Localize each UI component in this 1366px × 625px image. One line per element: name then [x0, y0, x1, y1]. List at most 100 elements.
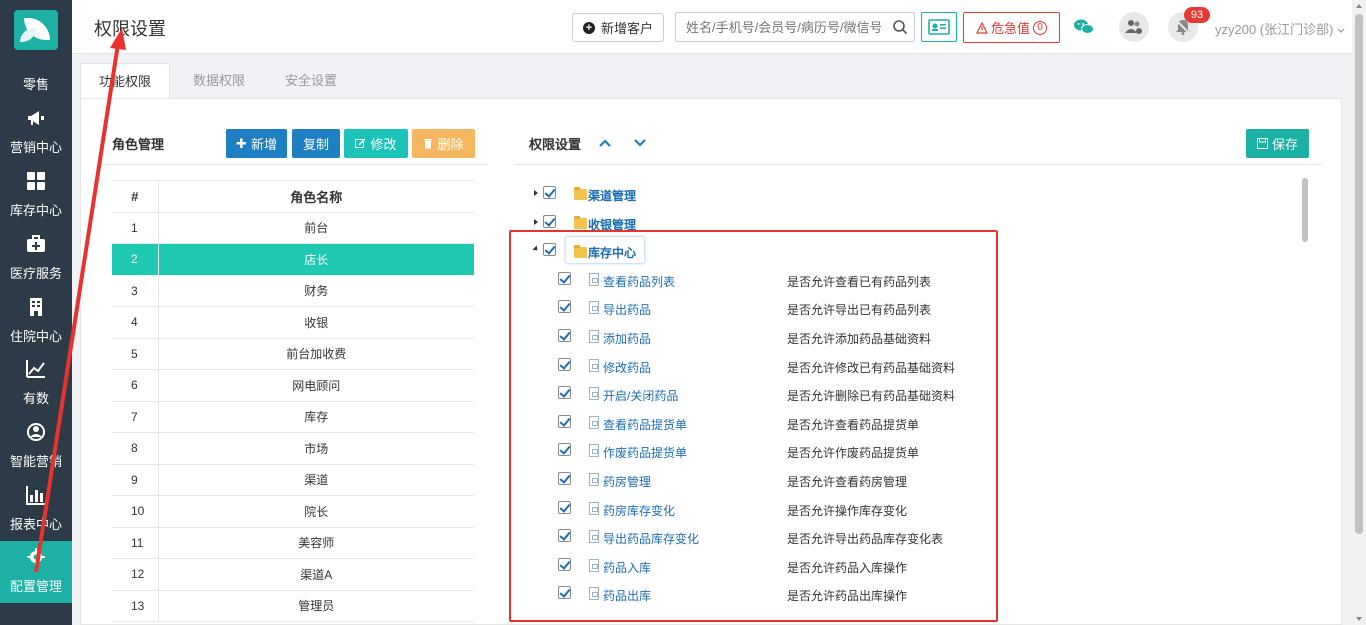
critical-value-count: 0 [1033, 20, 1047, 35]
sidebar-item-analytics[interactable]: 有数 [0, 353, 72, 415]
critical-value-button[interactable]: 危急值 0 [963, 12, 1060, 43]
group-checkbox-channel[interactable] [543, 186, 556, 199]
expand-toggle-icon[interactable] [534, 190, 538, 196]
row-role-name: 管理员 [158, 590, 474, 622]
chevron-down-icon[interactable] [633, 137, 647, 149]
sidebar-item-label: 营销中心 [9, 140, 62, 155]
row-role-name: 渠道 [158, 464, 474, 496]
row-number: 4 [112, 306, 159, 339]
add-role-button[interactable]: ✚ 新增 [226, 129, 287, 158]
page-title: 权限设置 [94, 19, 166, 39]
role-panel-title: 角色管理 [112, 137, 165, 152]
plus-circle-icon: + [582, 21, 595, 34]
table-row-selected[interactable]: 2 店长 [112, 243, 474, 276]
row-role-name: 前台 [158, 212, 474, 244]
search-box [675, 12, 915, 42]
sidebar-item-medical[interactable]: 医疗服务 [0, 228, 72, 290]
scroll-up-icon[interactable] [1356, 4, 1362, 8]
sidebar-item-label: 医疗服务 [9, 266, 62, 281]
notification-badge: 93 [1184, 7, 1210, 23]
save-icon [1256, 138, 1268, 149]
delete-role-label: 删除 [437, 137, 464, 152]
row-number: 7 [112, 401, 159, 433]
user-name-label: yzy200 (张江门诊部) [1215, 22, 1334, 37]
table-row[interactable]: 10 院长 [112, 495, 474, 528]
delete-role-button[interactable]: 删除 [412, 129, 475, 158]
sidebar-item-smart-marketing[interactable]: 智能营销 [0, 416, 72, 478]
row-number: 9 [112, 464, 159, 496]
row-number: 3 [112, 275, 159, 307]
bar-chart-icon [26, 486, 45, 505]
row-number: 10 [112, 495, 159, 528]
column-header-role-name: 角色名称 [158, 180, 474, 213]
sidebar-item-marketing[interactable]: 营销中心 [0, 102, 72, 164]
id-card-button[interactable] [921, 12, 957, 42]
folder-icon [574, 187, 587, 200]
tab-function-permission[interactable]: 功能权限 [80, 63, 170, 99]
user-menu[interactable]: yzy200 (张江门诊部) [1215, 19, 1345, 38]
row-number: 11 [112, 527, 159, 559]
search-input[interactable] [676, 13, 881, 41]
grid-icon [27, 172, 45, 190]
row-role-name: 渠道A [158, 558, 474, 591]
expand-toggle-icon[interactable] [534, 219, 538, 225]
table-row[interactable]: 13 管理员 [112, 590, 474, 622]
trend-chart-icon [26, 360, 45, 378]
folder-icon [574, 216, 587, 229]
plus-icon: ✚ [236, 135, 247, 151]
divider [102, 164, 488, 165]
add-customer-button[interactable]: + 新增客户 [572, 13, 664, 42]
row-number: 5 [112, 338, 159, 370]
row-number: 2 [112, 243, 159, 276]
save-button[interactable]: 保存 [1246, 129, 1309, 158]
table-row[interactable]: 12 渠道A [112, 558, 474, 591]
row-number: 6 [112, 369, 159, 402]
group-checkbox-cashier[interactable] [543, 215, 556, 228]
copy-role-button[interactable]: 复制 [292, 129, 340, 158]
row-role-name: 院长 [158, 495, 474, 528]
table-header-row: # 角色名称 [112, 180, 474, 213]
sidebar-item-label: 有数 [22, 391, 49, 406]
panel-scrollbar[interactable] [1302, 178, 1308, 242]
sidebar-item-label: 住院中心 [9, 329, 62, 344]
window-scrollbar[interactable] [1352, 0, 1366, 625]
permission-panel-title: 权限设置 [529, 137, 582, 152]
table-row[interactable]: 3 财务 [112, 275, 474, 307]
sidebar-item-inpatient[interactable]: 住院中心 [0, 291, 72, 353]
medical-kit-icon [27, 235, 45, 252]
sidebar-item-reports[interactable]: 报表中心 [0, 479, 72, 541]
add-role-label: 新增 [250, 137, 277, 152]
table-row[interactable]: 5 前台加收费 [112, 338, 474, 370]
tab-security-settings[interactable]: 安全设置 [266, 63, 356, 99]
tree-node-channel[interactable]: 渠道管理 [588, 187, 636, 204]
scroll-thumb[interactable] [1355, 14, 1363, 534]
search-icon[interactable] [892, 19, 908, 35]
edit-role-button[interactable]: 修改 [344, 129, 408, 158]
table-row[interactable]: 7 库存 [112, 401, 474, 433]
team-button[interactable] [1119, 12, 1149, 42]
app-logo[interactable] [14, 10, 58, 50]
table-row[interactable]: 4 收银 [112, 306, 474, 339]
smart-marketing-icon [27, 423, 45, 441]
id-card-icon [928, 19, 950, 35]
table-row[interactable]: 11 美容师 [112, 527, 474, 559]
chevron-up-icon[interactable] [598, 137, 612, 149]
row-role-name: 财务 [158, 275, 474, 307]
tab-data-permission[interactable]: 数据权限 [172, 63, 266, 99]
divider [514, 164, 1322, 165]
row-role-name: 收银 [158, 306, 474, 339]
sidebar-item-config[interactable]: 配置管理 [0, 541, 72, 603]
row-role-name: 市场 [158, 432, 474, 465]
sidebar-item-inventory[interactable]: 库存中心 [0, 165, 72, 227]
scroll-down-icon[interactable] [1356, 617, 1362, 621]
table-row[interactable]: 9 渠道 [112, 464, 474, 496]
add-customer-label: 新增客户 [600, 21, 653, 36]
table-row[interactable]: 1 前台 [112, 212, 474, 244]
wechat-icon[interactable] [1072, 15, 1096, 39]
table-row[interactable]: 8 市场 [112, 432, 474, 465]
row-role-name: 美容师 [158, 527, 474, 559]
row-number: 1 [112, 212, 159, 244]
row-number: 8 [112, 432, 159, 465]
sidebar-item-label: 零售 [22, 77, 49, 92]
table-row[interactable]: 6 网电顾问 [112, 369, 474, 402]
